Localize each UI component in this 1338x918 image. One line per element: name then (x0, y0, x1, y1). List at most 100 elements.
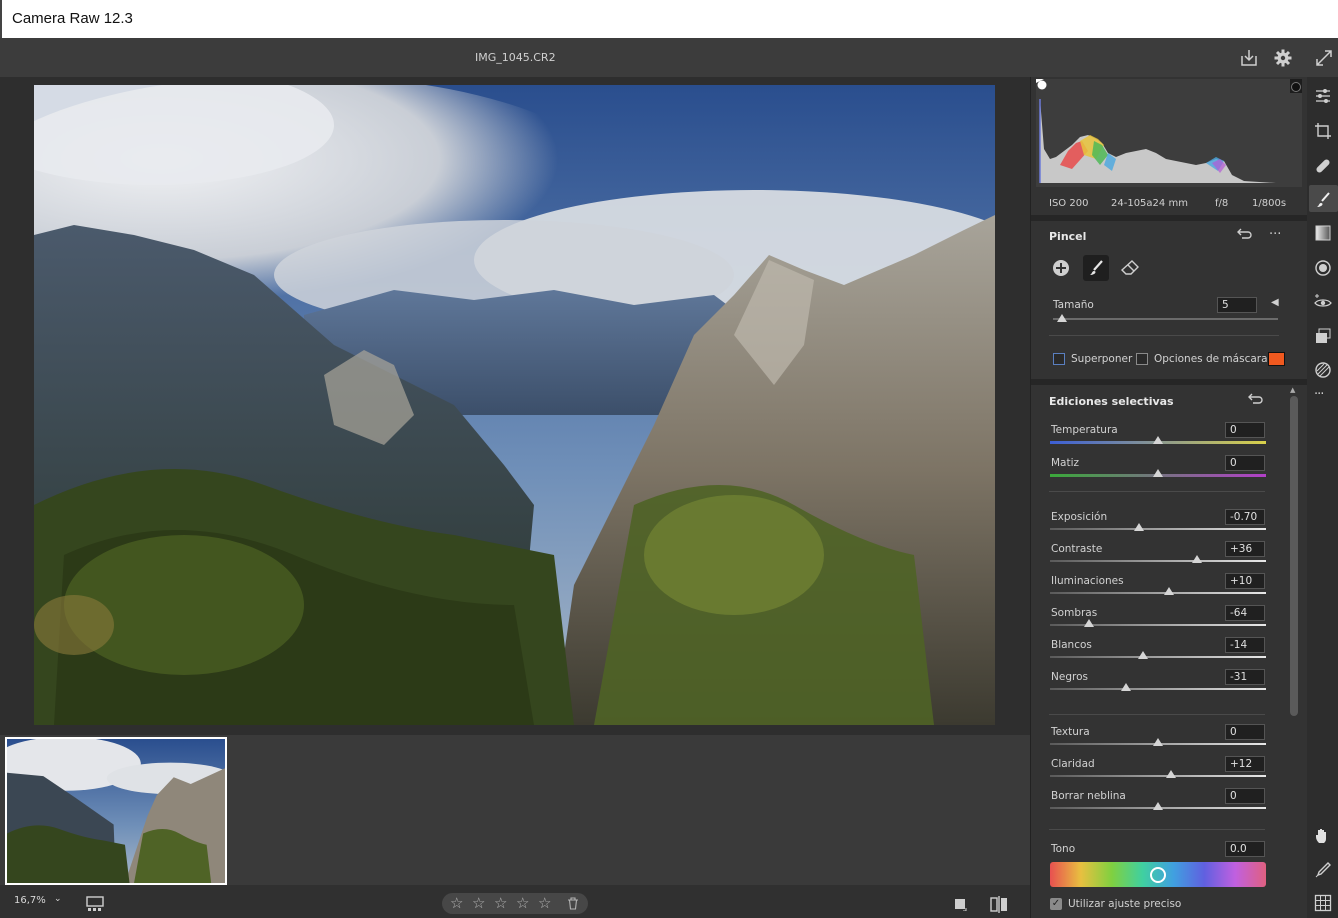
slider-value-input[interactable]: -31 (1225, 669, 1265, 685)
tone-input[interactable]: 0.0 (1225, 841, 1265, 857)
slider-thumb[interactable] (1120, 683, 1131, 691)
slider-thumb[interactable] (1153, 738, 1163, 746)
chevron-down-icon: ⌄ (54, 894, 62, 904)
slider-track[interactable] (1050, 528, 1266, 530)
slider-track[interactable] (1050, 592, 1266, 594)
reset-icon[interactable] (1247, 393, 1263, 407)
slider-value-input[interactable]: 0 (1225, 724, 1265, 740)
slider-value-input[interactable]: +12 (1225, 756, 1265, 772)
scroll-up-icon[interactable]: ▲ (1290, 386, 1295, 394)
star-icon-4[interactable]: ☆ (516, 894, 529, 912)
star-icon-2[interactable]: ☆ (472, 894, 485, 912)
slider-thumb[interactable] (1153, 802, 1163, 810)
rating-stars: ☆ ☆ ☆ ☆ ☆ (442, 893, 588, 914)
settings-gear-icon[interactable] (1273, 48, 1293, 68)
divider-line (1049, 829, 1265, 830)
slider-thumb[interactable] (1191, 555, 1202, 563)
slider-value-input[interactable]: 0 (1225, 788, 1265, 804)
zoom-dropdown[interactable]: 16,7% ⌄ (8, 891, 66, 911)
size-input[interactable]: 5 (1217, 297, 1257, 313)
filmstrip-toggle-icon[interactable] (86, 896, 108, 912)
star-icon-5[interactable]: ☆ (538, 894, 551, 912)
divider (1031, 215, 1308, 221)
single-view-icon[interactable] (954, 898, 968, 911)
edit-sliders-icon[interactable] (1314, 87, 1332, 105)
slider-label: Matiz (1051, 457, 1080, 469)
red-eye-icon[interactable] (1314, 293, 1332, 311)
precise-label: Utilizar ajuste preciso (1068, 898, 1182, 910)
divider-line (1049, 335, 1279, 336)
precise-checkbox[interactable]: ✓ (1050, 898, 1062, 910)
filmstrip-thumbnail[interactable] (5, 737, 227, 885)
slider-thumb[interactable] (1153, 469, 1163, 477)
slider-value-input[interactable]: +36 (1225, 541, 1265, 557)
slider-value-input[interactable]: 0 (1225, 455, 1265, 471)
slider-thumb[interactable] (1083, 619, 1094, 627)
divider-line (1049, 491, 1265, 492)
divider (1031, 379, 1308, 385)
slider-thumb[interactable] (1165, 770, 1176, 778)
slider-track[interactable] (1050, 775, 1266, 777)
save-icon[interactable] (1239, 48, 1259, 68)
slider-track[interactable] (1050, 688, 1266, 690)
star-icon-3[interactable]: ☆ (494, 894, 507, 912)
mask-color-swatch[interactable] (1268, 352, 1285, 366)
more-tools-icon[interactable]: ··· (1314, 387, 1324, 402)
slider-label: Contraste (1051, 543, 1103, 555)
graduated-filter-icon[interactable] (1314, 224, 1332, 242)
slider-thumb[interactable] (1153, 436, 1163, 444)
brush-tool-button[interactable] (1083, 255, 1109, 281)
slider-value-input[interactable]: -0.70 (1225, 509, 1265, 525)
before-after-icon[interactable] (990, 896, 1008, 913)
expand-triangle-icon[interactable]: ◀ (1271, 297, 1279, 308)
mask-options-label: Opciones de máscara (1154, 353, 1268, 365)
star-icon-1[interactable]: ☆ (450, 894, 463, 912)
size-slider-thumb[interactable] (1057, 314, 1067, 322)
eraser-icon[interactable] (1120, 259, 1140, 277)
slider-value-input[interactable]: 0 (1225, 422, 1265, 438)
slider-thumb[interactable] (1163, 587, 1174, 595)
slider-value-input[interactable]: +10 (1225, 573, 1265, 589)
scrollbar-thumb[interactable] (1290, 396, 1298, 716)
add-brush-icon[interactable] (1052, 259, 1070, 277)
highlight-clip-indicator-icon (1291, 82, 1301, 92)
size-slider-track[interactable] (1053, 318, 1278, 320)
tone-hue-handle[interactable] (1150, 867, 1166, 883)
size-label: Tamaño (1053, 299, 1094, 311)
file-name: IMG_1045.CR2 (475, 51, 556, 64)
color-sampler-icon[interactable] (1314, 861, 1332, 879)
slider-track[interactable] (1050, 560, 1266, 562)
mask-options-checkbox[interactable] (1136, 353, 1148, 365)
divider-line (1049, 714, 1265, 715)
fullscreen-icon[interactable] (1314, 48, 1334, 68)
crop-icon[interactable] (1314, 122, 1332, 140)
window-title-bar: Camera Raw 12.3 (0, 0, 1338, 38)
zoom-level: 16,7% (14, 895, 46, 906)
hand-icon[interactable] (1314, 827, 1332, 845)
slider-track[interactable] (1050, 656, 1266, 658)
main-photo[interactable] (34, 85, 995, 725)
histogram (1036, 79, 1302, 187)
image-canvas[interactable] (0, 77, 1030, 737)
snapshots-icon[interactable] (1314, 327, 1332, 345)
brush-icon (1090, 260, 1103, 275)
presets-icon[interactable] (1314, 361, 1332, 379)
slider-track[interactable] (1050, 624, 1266, 626)
slider-label: Temperatura (1051, 424, 1118, 436)
radial-filter-icon[interactable] (1314, 259, 1332, 277)
brush-icon[interactable] (1314, 191, 1332, 209)
slider-value-input[interactable]: -14 (1225, 637, 1265, 653)
healing-icon[interactable] (1314, 157, 1332, 175)
more-options-icon[interactable]: ··· (1269, 227, 1281, 242)
slider-thumb[interactable] (1133, 523, 1144, 531)
reset-icon[interactable] (1236, 228, 1252, 242)
slider-thumb[interactable] (1137, 651, 1148, 659)
overlay-checkbox[interactable] (1053, 353, 1065, 365)
slider-value-input[interactable]: -64 (1225, 605, 1265, 621)
trash-icon[interactable] (567, 897, 579, 910)
exif-shutter: 1/800s (1252, 198, 1287, 209)
exif-lens: 24-105a24 mm (1111, 198, 1188, 209)
exif-aperture: f/8 (1215, 198, 1229, 209)
grid-icon[interactable] (1314, 894, 1332, 912)
panel-scrollbar[interactable]: ▲ (1288, 386, 1300, 918)
